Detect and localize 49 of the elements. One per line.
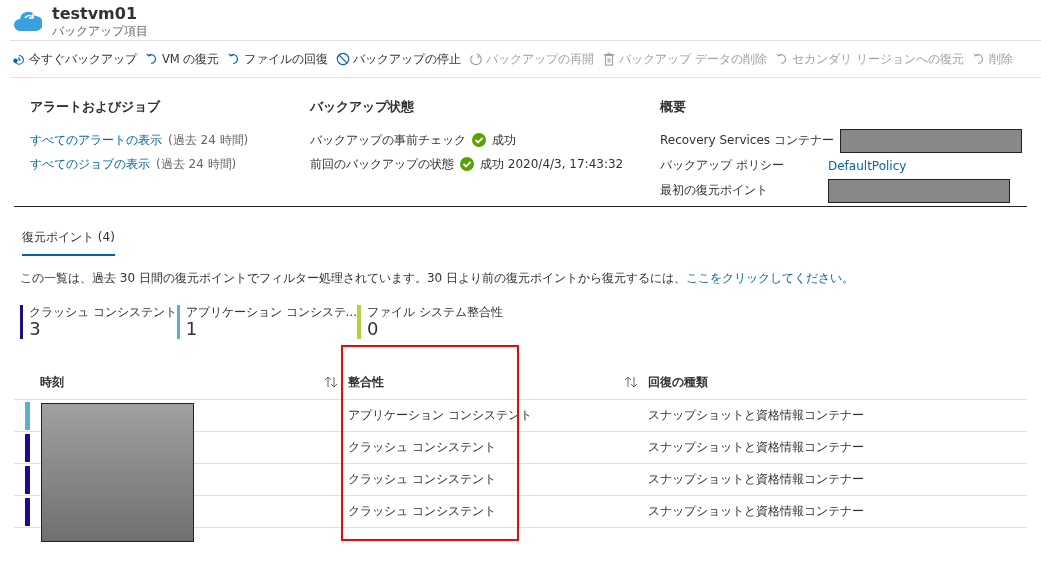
link[interactable]: DefaultPolicy bbox=[828, 158, 907, 173]
tile-label: クラッシュ コンシステント bbox=[29, 305, 177, 319]
tile-count: 1 bbox=[185, 319, 199, 339]
column-header: 回復の種類 bbox=[648, 373, 708, 391]
column-header: 整合性 bbox=[348, 373, 384, 391]
tile-count: 0 bbox=[367, 319, 380, 339]
tile-count: 3 bbox=[29, 319, 42, 339]
table-cell: スナップショットと資格情報コンテナー bbox=[648, 407, 864, 424]
field-label: バックアップの事前チェック bbox=[310, 131, 466, 149]
undo-icon bbox=[971, 52, 986, 66]
stop-icon bbox=[336, 52, 351, 66]
table-cell: クラッシュ コンシステント bbox=[348, 439, 496, 456]
table-cell: クラッシュ コンシステント bbox=[348, 471, 496, 488]
table-cell: スナップショットと資格情報コンテナー bbox=[648, 471, 864, 488]
note-text: (過去 24 時間) bbox=[168, 131, 249, 149]
info-text: この一覧は、過去 30 日間の復元ポイントでフィルター処理されています。30 日より前の復元ポイントから復元するには、 bbox=[20, 271, 686, 285]
section-heading: アラートおよびジョブ bbox=[30, 98, 162, 116]
undo-icon bbox=[145, 52, 159, 66]
field-label: 最初の復元ポイント bbox=[660, 182, 769, 199]
field-label: Recovery Services コンテナー bbox=[660, 132, 834, 149]
link[interactable]: すべてのジョブの表示 bbox=[30, 155, 150, 173]
link[interactable]: すべてのアラートの表示 bbox=[30, 131, 162, 149]
field-label: バックアップ ポリシー bbox=[660, 157, 785, 174]
toolbar-button[interactable]: 今すぐバックアップ bbox=[10, 47, 139, 71]
column-header: 時刻 bbox=[40, 373, 64, 391]
toolbar-button[interactable]: ファイルの回復 bbox=[225, 47, 331, 71]
status-text: 成功 bbox=[492, 131, 516, 149]
note-text: (過去 24 時間) bbox=[156, 155, 237, 173]
refresh-icon bbox=[469, 52, 484, 66]
tile-label: アプリケーション コンシステ... bbox=[185, 305, 357, 319]
section-heading: バックアップ状態 bbox=[310, 98, 415, 116]
page-title: testvm01 bbox=[52, 4, 139, 24]
table-cell: クラッシュ コンシステント bbox=[348, 503, 496, 520]
toolbar-button[interactable]: VM の復元 bbox=[143, 47, 222, 71]
toolbar-button[interactable]: バックアップの停止 bbox=[334, 47, 464, 71]
page-subtitle: バックアップ項目 bbox=[52, 24, 148, 38]
table-cell: スナップショットと資格情報コンテナー bbox=[648, 439, 864, 456]
clock-cloud-icon bbox=[12, 52, 26, 66]
status-text: 成功 2020/4/3, 17:43:32 bbox=[480, 155, 624, 173]
cloud-icon bbox=[14, 9, 42, 33]
trash-icon bbox=[602, 52, 617, 66]
link[interactable]: ここをクリックしてください。 bbox=[686, 271, 854, 285]
section-heading: 概要 bbox=[660, 98, 687, 116]
tab[interactable]: 復元ポイント (4) bbox=[22, 227, 115, 256]
check-circle-icon bbox=[472, 133, 486, 147]
tile-label: ファイル システム整合性 bbox=[367, 305, 503, 319]
check-circle-icon bbox=[460, 157, 474, 171]
table-cell: スナップショットと資格情報コンテナー bbox=[648, 503, 864, 520]
field-label: 前回のバックアップの状態 bbox=[310, 155, 454, 173]
